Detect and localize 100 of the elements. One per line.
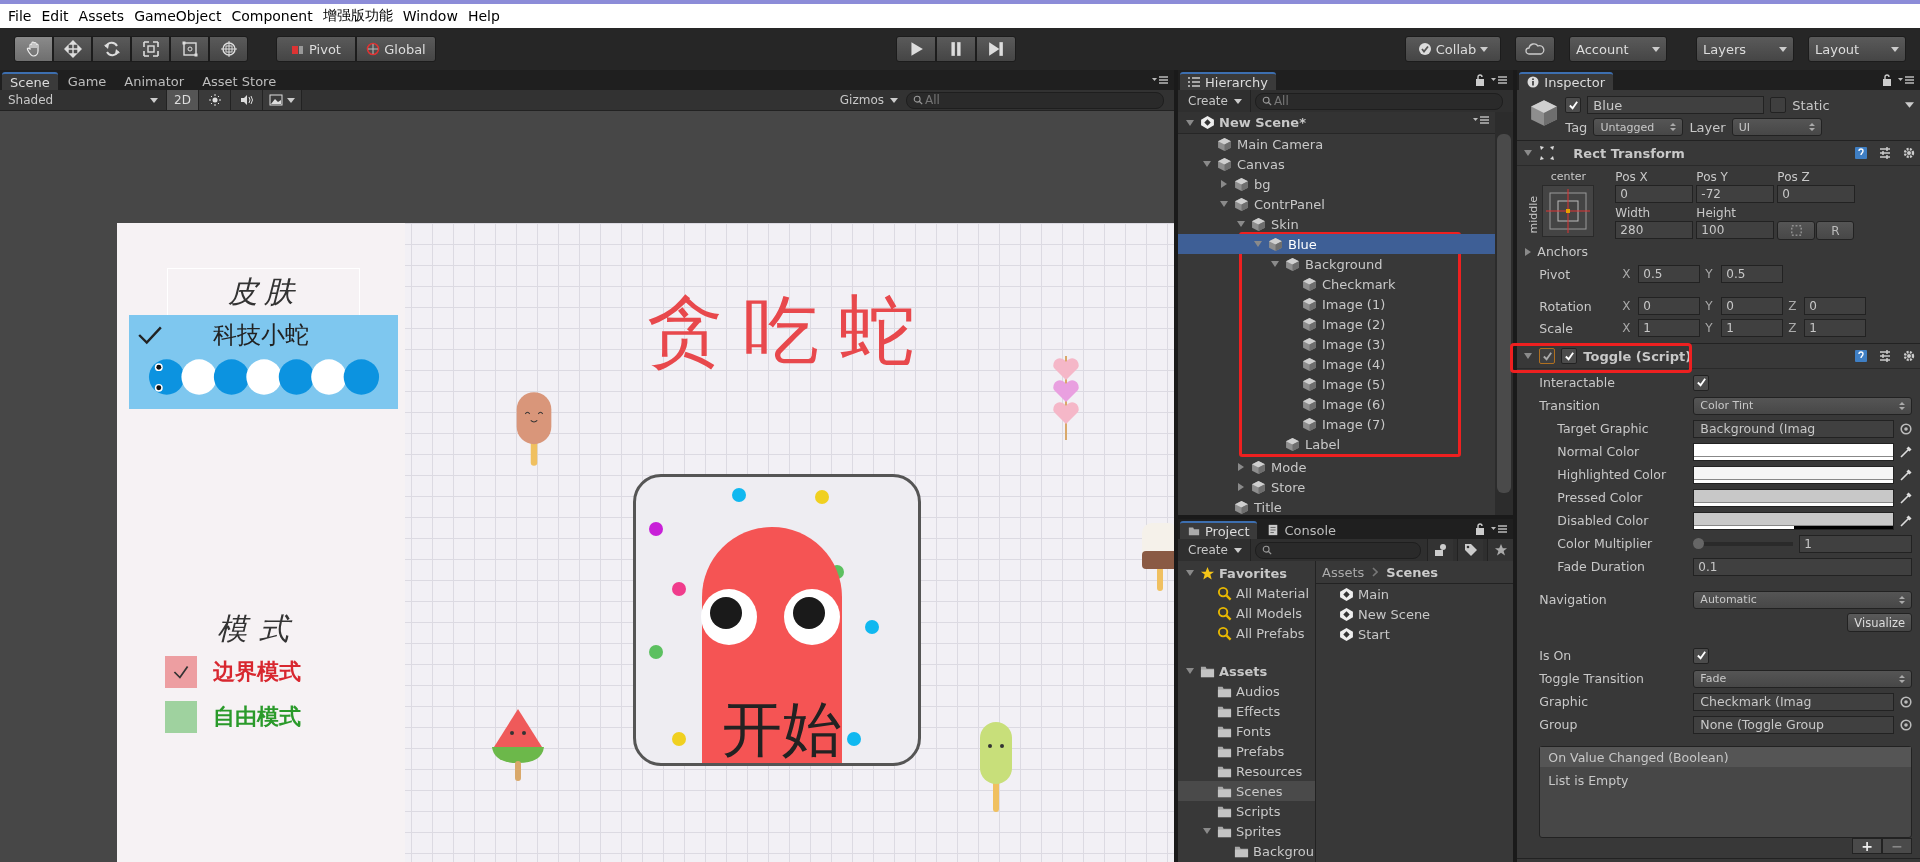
settings-icon[interactable] xyxy=(1902,349,1916,363)
menu-item[interactable]: Assets xyxy=(74,8,131,24)
enabled-checkbox[interactable] xyxy=(1561,348,1578,364)
panel-tab[interactable]: Project xyxy=(1180,521,1258,539)
project-folder-item[interactable]: Assets xyxy=(1178,661,1315,681)
panel-menu-icon[interactable] xyxy=(1491,524,1508,534)
panel-menu-icon[interactable] xyxy=(1491,75,1508,85)
scene-header[interactable]: New Scene* xyxy=(1178,112,1496,134)
collab-button[interactable]: Collab xyxy=(1405,36,1501,62)
panel-menu-icon[interactable] xyxy=(1898,75,1914,85)
object-field[interactable]: None (Toggle Group xyxy=(1693,715,1894,734)
inspector-tab[interactable]: Inspector xyxy=(1519,72,1613,90)
eyedropper-icon[interactable] xyxy=(1900,514,1912,527)
rect-tool-button[interactable] xyxy=(170,36,209,62)
dropdown-caret-icon[interactable] xyxy=(1905,102,1914,108)
preset-icon[interactable] xyxy=(1878,349,1892,363)
name-field[interactable]: Blue xyxy=(1587,96,1765,114)
expanded-arrow-icon[interactable] xyxy=(1270,259,1280,269)
project-folder-item[interactable]: Audios xyxy=(1178,681,1315,701)
audio-button[interactable] xyxy=(231,90,263,110)
raw-edit-button[interactable]: R xyxy=(1816,221,1855,240)
target-icon[interactable] xyxy=(1900,422,1912,435)
panel-tab[interactable]: Animator xyxy=(116,72,193,90)
hierarchy-item[interactable]: Image (4) xyxy=(1178,354,1496,374)
number-field[interactable]: 0.5 xyxy=(1638,265,1701,283)
active-checkbox[interactable] xyxy=(1565,97,1582,113)
cloud-button[interactable] xyxy=(1515,36,1555,62)
move-tool-button[interactable] xyxy=(53,36,92,62)
scene-menu-icon[interactable] xyxy=(1473,115,1490,125)
hierarchy-item[interactable]: Image (3) xyxy=(1178,334,1496,354)
checkbox[interactable] xyxy=(1693,647,1710,664)
project-folder-item[interactable]: Scripts xyxy=(1178,801,1315,821)
scrollbar[interactable] xyxy=(1495,112,1514,515)
tag-dropdown[interactable]: Untagged xyxy=(1593,118,1684,136)
color-field[interactable] xyxy=(1693,488,1894,507)
scale-tool-button[interactable] xyxy=(131,36,170,62)
mode-label[interactable]: 边界模式 xyxy=(213,657,301,687)
hierarchy-item[interactable]: Image (5) xyxy=(1178,374,1496,394)
hand-tool-button[interactable] xyxy=(14,36,53,62)
hierarchy-item[interactable]: Image (6) xyxy=(1178,394,1496,414)
search-field[interactable] xyxy=(1254,541,1422,559)
hierarchy-item[interactable]: ContrPanel xyxy=(1178,194,1496,214)
layer-dropdown[interactable]: UI xyxy=(1731,118,1822,136)
collapsed-arrow-icon[interactable] xyxy=(1236,462,1246,472)
project-folder-item[interactable]: Effects xyxy=(1178,701,1315,721)
lock-icon[interactable] xyxy=(1882,74,1892,86)
checkbox[interactable] xyxy=(1693,374,1710,391)
gizmos-dropdown[interactable]: Gizmos xyxy=(831,93,906,107)
anchor-preset-button[interactable] xyxy=(1542,185,1595,237)
2d-toggle-button[interactable]: 2D xyxy=(167,90,199,110)
skin-toggle[interactable]: 科技小蛇 xyxy=(129,315,398,409)
hierarchy-item[interactable]: Canvas xyxy=(1178,154,1496,174)
scene-file-item[interactable]: Start xyxy=(1316,624,1514,644)
preset-icon[interactable] xyxy=(1878,146,1892,160)
dropdown[interactable]: Fade xyxy=(1693,669,1912,688)
breadcrumb-item[interactable]: Assets xyxy=(1322,564,1365,580)
menu-item[interactable]: File xyxy=(4,8,38,24)
color-field[interactable] xyxy=(1693,465,1894,484)
blueprint-mode-button[interactable] xyxy=(1777,221,1816,240)
menu-item[interactable]: Window xyxy=(398,8,464,24)
number-field[interactable]: -72 xyxy=(1696,185,1775,203)
number-field[interactable]: 0 xyxy=(1804,297,1867,315)
hierarchy-item[interactable]: Blue xyxy=(1178,234,1496,254)
hierarchy-item[interactable]: bg xyxy=(1178,174,1496,194)
lock-icon[interactable] xyxy=(1475,523,1486,535)
eyedropper-icon[interactable] xyxy=(1900,468,1912,481)
pivot-button[interactable]: Pivot xyxy=(276,36,356,62)
panel-tab[interactable]: Asset Store xyxy=(194,72,285,90)
dropdown[interactable]: Color Tint xyxy=(1693,396,1912,415)
menu-item[interactable]: 增强版功能 xyxy=(318,7,399,25)
project-folder-item[interactable]: All Prefabs xyxy=(1178,623,1315,643)
pause-button[interactable] xyxy=(936,36,976,62)
target-icon[interactable] xyxy=(1900,695,1912,708)
number-field[interactable]: 1 xyxy=(1799,534,1912,553)
expanded-arrow-icon[interactable] xyxy=(1236,219,1246,229)
project-folder-item[interactable]: Fonts xyxy=(1178,721,1315,741)
color-field[interactable] xyxy=(1693,442,1894,461)
hierarchy-item[interactable]: Image (1) xyxy=(1178,294,1496,314)
hierarchy-item[interactable]: Store xyxy=(1178,477,1496,497)
lock-icon[interactable] xyxy=(1475,74,1486,86)
panel-tab[interactable]: Game xyxy=(59,72,115,90)
expanded-arrow-icon[interactable] xyxy=(1185,568,1195,578)
collapsed-arrow-icon[interactable] xyxy=(1219,179,1229,189)
object-field[interactable]: Background (Imag xyxy=(1693,419,1894,438)
layout-dropdown[interactable]: Layout xyxy=(1808,36,1906,62)
number-field[interactable]: 280 xyxy=(1615,221,1694,239)
scene-file-item[interactable]: New Scene xyxy=(1316,604,1514,624)
hierarchy-item[interactable]: Main Camera xyxy=(1178,134,1496,154)
anchors-foldout[interactable]: Anchors xyxy=(1537,244,1588,259)
hierarchy-item[interactable]: Label xyxy=(1178,434,1496,454)
dropdown[interactable]: Automatic xyxy=(1693,590,1912,609)
project-folder-item[interactable]: Sprites xyxy=(1178,821,1315,841)
panel-tab[interactable]: Scene xyxy=(2,72,58,90)
checkbox[interactable] xyxy=(165,701,197,733)
favorite-button[interactable] xyxy=(1487,539,1514,561)
expanded-arrow-icon[interactable] xyxy=(1219,199,1229,209)
account-dropdown[interactable]: Account xyxy=(1569,36,1667,62)
settings-icon[interactable] xyxy=(1902,146,1916,160)
static-checkbox[interactable] xyxy=(1770,97,1787,113)
project-folder-item[interactable]: All Material xyxy=(1178,583,1315,603)
